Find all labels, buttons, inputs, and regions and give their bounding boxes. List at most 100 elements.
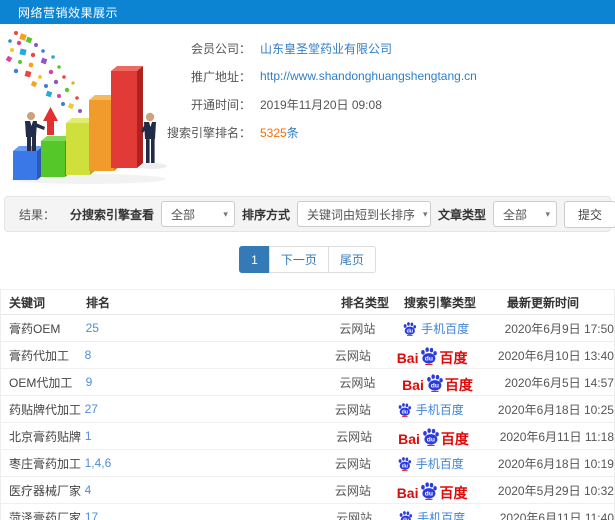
svg-text:du: du	[401, 409, 407, 415]
company-link[interactable]: 山东皇圣堂药业有限公司	[260, 40, 392, 57]
pagination: 1 下一页 尾页	[0, 246, 615, 273]
member-info-section: 会员公司： 山东皇圣堂药业有限公司 推广地址： http://www.shand…	[0, 24, 615, 196]
update-time-cell: 2020年5月29日 10:32	[497, 483, 614, 498]
baidu-cn-text: 百度	[439, 349, 468, 366]
mobile-baidu-icon: du 手机百度	[398, 509, 465, 520]
pagination-group: 1 下一页 尾页	[239, 246, 376, 273]
member-info-list: 会员公司： 山东皇圣堂药业有限公司 推广地址： http://www.shand…	[165, 34, 477, 146]
promo-url-link[interactable]: http://www.shandonghuangshengtang.cn	[260, 69, 477, 83]
table-row: 医疗器械厂家 4 云网站 du 百度 Bai	[1, 477, 614, 504]
engine-select[interactable]: 全部 ▾	[160, 201, 235, 227]
engine-cell: du 百度 Bai du 百度	[397, 481, 492, 500]
baidu-logo: Bai du 百度	[397, 346, 468, 366]
rank-link[interactable]: 27	[85, 402, 335, 416]
svg-text:du: du	[401, 463, 407, 469]
rank-type-cell: 云网站	[339, 375, 376, 390]
page-title: 网络营销效果展示	[18, 5, 119, 20]
table-row: 药贴牌代加工 27 云网站 du 手机百度 Bai	[1, 396, 614, 423]
engine-type-label: 手机百度	[421, 321, 470, 336]
rank-count-label: 搜索引擎排名：	[166, 125, 251, 140]
growth-chart-illustration	[5, 31, 167, 184]
engine-type-label: 手机百度	[415, 402, 464, 417]
engine-type-label: 手机百度	[415, 456, 464, 471]
baidu-logo: Bai du 百度	[402, 373, 473, 392]
engine-cell: du 手机百度 Bai du 百度	[397, 455, 492, 472]
update-time-cell: 2020年6月11日 11:18	[499, 429, 614, 444]
baidu-paw-icon: du	[403, 321, 417, 336]
rank-link[interactable]: 8	[85, 348, 335, 362]
rank-link[interactable]: 1,4,6	[85, 456, 335, 470]
baidu-logo: Bai du 百度	[398, 427, 469, 446]
article-type-select[interactable]: 全部 ▾	[492, 201, 557, 227]
rank-link[interactable]: 17	[85, 510, 336, 520]
baidu-paw-icon: du	[398, 402, 411, 417]
chevron-down-icon: ▾	[223, 208, 228, 219]
table-row: OEM代加工 9 云网站 du 百度 Bai	[1, 369, 614, 396]
update-time-cell: 2020年6月10日 13:40	[497, 348, 614, 363]
rank-count-number: 5325	[260, 125, 287, 140]
baidu-logo: Bai du 百度	[396, 481, 468, 501]
baidu-cn-text: 百度	[444, 376, 473, 393]
header-rank-type: 排名类型	[341, 295, 390, 310]
engine-cell: du 手机百度 Bai du 百度	[398, 509, 494, 520]
title-bar: 网络营销效果展示	[0, 0, 615, 24]
keyword-cell: 菏泽膏药厂家	[9, 510, 82, 520]
filter-bar: 结果： 分搜索引擎查看 全部 ▾ 排序方式 关键词由短到长排序 ▾ 文章类型 全…	[4, 196, 615, 232]
info-row-company: 会员公司： 山东皇圣堂药业有限公司	[165, 34, 477, 62]
baidu-paw-icon: du	[398, 456, 411, 471]
rank-link[interactable]: 25	[86, 321, 340, 335]
mobile-baidu-icon: du 手机百度	[402, 320, 469, 337]
rank-type-cell: 云网站	[334, 456, 371, 471]
next-page-button[interactable]: 下一页	[268, 246, 329, 273]
header-rank: 排名	[86, 295, 111, 310]
sort-filter-label: 排序方式	[241, 207, 290, 222]
info-row-rank-count: 搜索引擎排名： 5325条	[165, 118, 477, 146]
rank-link[interactable]: 1	[85, 429, 336, 443]
open-time-value: 2019年11月20日 09:08	[260, 97, 382, 112]
confetti-dots	[5, 31, 82, 113]
rank-link[interactable]: 4	[85, 483, 335, 497]
table-row: 枣庄膏药加工 1,4,6 云网站 du 手机百度 Bai	[1, 450, 614, 477]
info-row-url: 推广地址： http://www.shandonghuangshengtang.…	[165, 62, 477, 90]
last-page-button[interactable]: 尾页	[327, 246, 376, 273]
update-time-cell: 2020年6月11日 11:40	[499, 510, 614, 520]
rank-type-cell: 云网站	[334, 348, 371, 363]
mobile-baidu-icon: du 手机百度	[397, 401, 464, 418]
bar-red	[111, 66, 143, 168]
baidu-bai-text: Bai	[398, 430, 420, 447]
rank-link[interactable]: 9	[86, 375, 340, 389]
svg-text:du: du	[427, 436, 435, 443]
sort-select-value: 关键词由短到长排序	[306, 207, 415, 222]
chevron-down-icon: ▾	[545, 208, 550, 219]
sort-select[interactable]: 关键词由短到长排序 ▾	[296, 201, 431, 227]
engine-cell: du 手机百度 Bai du 百度	[402, 320, 499, 337]
update-time-cell: 2020年6月18日 10:19	[497, 456, 614, 471]
keyword-cell: 药贴牌代加工	[9, 402, 82, 417]
engine-cell: du 百度 Bai du 百度	[397, 346, 492, 365]
baidu-paw-icon: du	[421, 346, 438, 365]
rank-type-cell: 云网站	[334, 402, 371, 417]
baidu-bai-text: Bai	[396, 484, 419, 501]
baidu-paw-icon: du	[426, 373, 443, 392]
promo-url-label: 推广地址：	[190, 69, 251, 84]
chevron-down-icon: ▾	[422, 208, 428, 219]
page-1-button[interactable]: 1	[239, 246, 270, 273]
rank-count-unit: 条	[286, 125, 299, 140]
mobile-baidu-icon: du 手机百度	[397, 455, 464, 472]
baidu-cn-text: 百度	[439, 484, 468, 501]
header-keyword: 关键词	[9, 295, 46, 310]
rank-type-cell: 云网站	[334, 483, 371, 498]
baidu-bai-text: Bai	[402, 376, 424, 393]
update-time-cell: 2020年6月5日 14:57	[504, 375, 614, 390]
baidu-paw-icon: du	[423, 427, 439, 446]
page: 网络营销效果展示 会员公司： 山东皇圣堂药业有限公司 推广地址： http://…	[0, 0, 615, 520]
keyword-cell: 枣庄膏药加工	[9, 456, 82, 471]
keyword-cell: 膏药代加工	[9, 348, 70, 363]
update-time-cell: 2020年6月18日 10:25	[497, 402, 614, 417]
keyword-cell: 医疗器械厂家	[9, 483, 82, 498]
result-label: 结果：	[19, 207, 56, 222]
table-header-row: 关键词 排名 排名类型 搜索引擎类型 最新更新时间	[1, 289, 614, 315]
submit-button[interactable]: 提交	[563, 200, 615, 228]
engine-type-label: 手机百度	[417, 510, 466, 520]
engine-cell: du 百度 Bai du 百度	[398, 427, 494, 446]
